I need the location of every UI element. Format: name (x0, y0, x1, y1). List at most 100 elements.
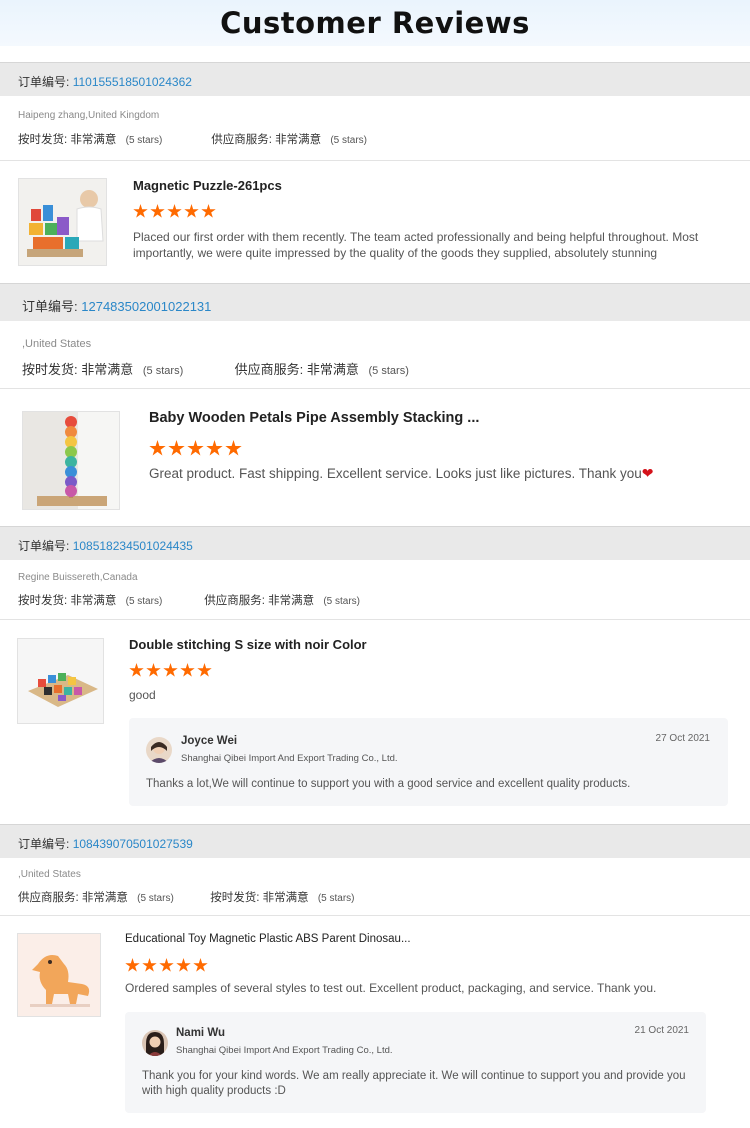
product-title[interactable]: Magnetic Puzzle-261pcs (133, 178, 282, 193)
buyer-info: ,United States (22, 338, 92, 350)
star-icon (142, 958, 157, 972)
page-title: Customer Reviews (220, 6, 530, 40)
rating-label: 供应商服务: (18, 892, 79, 904)
star-rating (133, 204, 216, 219)
product-thumbnail[interactable] (22, 411, 120, 510)
ratings-row: 按时发货: 非常满意 (5 stars) 供应商服务: 非常满意 (5 star… (18, 592, 360, 608)
star-icon (167, 204, 182, 218)
rating-label: 供应商服务: (234, 362, 304, 377)
star-icon (125, 958, 140, 972)
ratings-row: 按时发货: 非常满意 (5 stars) 供应商服务: 非常满意 (5 star… (22, 359, 409, 378)
order-bar: 订单编号: 108439070501027539 (0, 824, 750, 858)
rating-stars-text: (5 stars) (323, 596, 360, 607)
review-text: Great product. Fast shipping. Excellent … (149, 465, 729, 482)
star-icon (187, 440, 204, 456)
rating-stars-text: (5 stars) (142, 365, 184, 377)
review-text-content: Great product. Fast shipping. Excellent … (149, 466, 642, 481)
product-thumbnail[interactable] (18, 178, 107, 266)
ratings-row: 按时发货: 非常满意 (5 stars) 供应商服务: 非常满意 (5 star… (18, 131, 367, 147)
order-label: 订单编号: (18, 75, 70, 89)
rating-label: 按时发货: (22, 362, 78, 377)
heart-icon: ❤ (641, 465, 654, 481)
star-icon (163, 663, 178, 677)
star-rating (125, 958, 208, 973)
order-label: 订单编号: (18, 539, 70, 553)
divider (0, 915, 750, 916)
product-title[interactable]: Baby Wooden Petals Pipe Assembly Stackin… (149, 410, 479, 426)
star-icon (149, 440, 166, 456)
star-rating (149, 440, 242, 457)
rating-value: 非常满意 (275, 134, 322, 146)
seller-reply: Nami Wu Shanghai Qibei Import And Export… (125, 1012, 706, 1113)
star-icon (184, 204, 199, 218)
order-number[interactable]: 108439070501027539 (73, 837, 193, 851)
order-label: 订单编号: (22, 299, 78, 314)
star-icon (180, 663, 195, 677)
seller-reply: Joyce Wei Shanghai Qibei Import And Expo… (129, 718, 728, 806)
reply-author: Nami Wu (176, 1027, 225, 1039)
star-icon (201, 204, 216, 218)
divider (0, 388, 750, 389)
divider (0, 619, 750, 620)
star-icon (225, 440, 242, 456)
ratings-row: 供应商服务: 非常满意 (5 stars) 按时发货: 非常满意 (5 star… (18, 889, 354, 905)
rating-value: 非常满意 (70, 595, 117, 607)
star-icon (129, 663, 144, 677)
rating-stars-text: (5 stars) (368, 365, 409, 377)
order-bar: 订单编号: 108518234501024435 (0, 526, 750, 560)
review-text: Ordered samples of several styles to tes… (125, 981, 657, 995)
product-title[interactable]: Educational Toy Magnetic Plastic ABS Par… (125, 933, 411, 945)
rating-value: 非常满意 (81, 362, 134, 377)
order-number[interactable]: 110155518501024362 (73, 75, 192, 89)
avatar (146, 737, 172, 763)
product-thumbnail[interactable] (17, 638, 104, 724)
reply-date: 21 Oct 2021 (634, 1025, 689, 1036)
star-icon (168, 440, 185, 456)
star-icon (206, 440, 223, 456)
rating-label: 按时发货: (210, 892, 260, 904)
rating-value: 非常满意 (262, 892, 309, 904)
order-bar: 订单编号: 110155518501024362 (0, 62, 750, 96)
star-icon (146, 663, 161, 677)
order-label: 订单编号: (18, 837, 70, 851)
rating-stars-text: (5 stars) (317, 893, 355, 904)
avatar (142, 1030, 168, 1056)
rating-stars-text: (5 stars) (125, 135, 163, 146)
buyer-info: Regine Buissereth,Canada (18, 572, 138, 583)
review-text: good (129, 688, 156, 702)
rating-label: 供应商服务: (211, 134, 272, 146)
reply-message: Thanks a lot,We will continue to support… (146, 778, 631, 790)
reply-author: Joyce Wei (181, 735, 238, 747)
rating-value: 非常满意 (81, 892, 128, 904)
rating-value: 非常满意 (70, 134, 117, 146)
star-icon (193, 958, 208, 972)
order-bar: 订单编号: 127483502001022131 (0, 283, 750, 321)
star-icon (133, 204, 148, 218)
order-number[interactable]: 108518234501024435 (73, 539, 193, 553)
star-rating (129, 663, 212, 678)
product-thumbnail[interactable] (17, 933, 101, 1017)
rating-label: 按时发货: (18, 134, 68, 146)
buyer-info: ,United States (18, 869, 81, 880)
rating-stars-text: (5 stars) (125, 596, 163, 607)
rating-value: 非常满意 (306, 362, 359, 377)
rating-label: 按时发货: (18, 595, 68, 607)
star-icon (150, 204, 165, 218)
buyer-info: Haipeng zhang,United Kingdom (18, 110, 160, 121)
reply-date: 27 Oct 2021 (655, 733, 710, 744)
rating-label: 供应商服务: (204, 595, 265, 607)
star-icon (176, 958, 191, 972)
product-title[interactable]: Double stitching S size with noir Color (129, 637, 367, 652)
rating-stars-text: (5 stars) (137, 893, 174, 904)
rating-value: 非常满意 (268, 595, 315, 607)
reply-message: Thank you for your kind words. We am rea… (142, 1070, 686, 1097)
star-icon (159, 958, 174, 972)
reply-company: Shanghai Qibei Import And Export Trading… (181, 753, 398, 764)
order-number[interactable]: 127483502001022131 (81, 299, 211, 314)
divider (0, 160, 750, 161)
star-icon (197, 663, 212, 677)
review-text: Placed our first order with them recentl… (133, 230, 699, 260)
reply-company: Shanghai Qibei Import And Export Trading… (176, 1045, 393, 1056)
page-header: Customer Reviews (0, 0, 750, 46)
rating-stars-text: (5 stars) (330, 135, 367, 146)
